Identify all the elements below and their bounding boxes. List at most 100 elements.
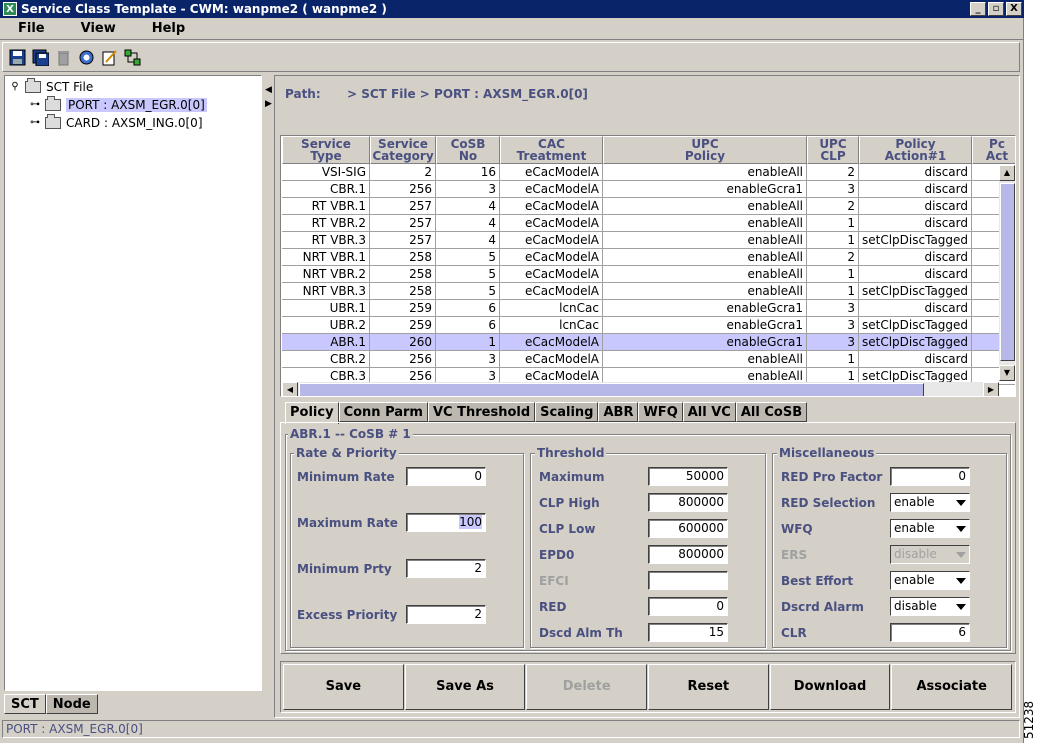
red-pro-factor-field[interactable]: 0	[890, 467, 970, 486]
excess-priority-field[interactable]: 2	[406, 605, 486, 624]
column-header[interactable]: UPC Policy	[603, 136, 807, 164]
node-key-icon[interactable]: ⊶	[29, 99, 41, 110]
scroll-right-icon[interactable]: ▶	[983, 382, 999, 396]
min-rate-field[interactable]: 0	[406, 467, 486, 486]
best-effort-dropdown[interactable]: enable	[890, 571, 970, 590]
save-as-icon[interactable]	[30, 47, 51, 68]
misc-title: Miscellaneous	[777, 446, 877, 460]
scroll-thumb[interactable]	[1000, 183, 1015, 361]
save-button[interactable]: Save	[283, 664, 404, 710]
column-header[interactable]: Pc Act	[972, 136, 1015, 164]
tab-node[interactable]: Node	[45, 694, 98, 714]
associate-button[interactable]: Associate	[891, 664, 1013, 710]
table-row[interactable]: UBR.2 259 6 lcnCac enableGcra1 3 setClpDiscTag…	[282, 317, 1015, 334]
tab-conn-parm[interactable]: Conn Parm	[338, 402, 428, 422]
save-as-button[interactable]: Save As	[404, 664, 526, 710]
ers-dropdown[interactable]: disable	[890, 545, 970, 564]
table-row[interactable]: NRT VBR.1 258 5 eCacModelA enableAll 2 discard	[282, 249, 1015, 266]
max-rate-field[interactable]: 100	[406, 513, 486, 532]
chevron-down-icon	[956, 552, 966, 558]
table-row[interactable]: CBR.2 256 3 eCacModelA enableAll 1 discard	[282, 351, 1015, 368]
panel-splitter[interactable]: ◀ ▶	[264, 75, 272, 715]
policy-title: ABR.1 -- CoSB # 1	[288, 427, 413, 441]
collapse-icon[interactable]: ⚲	[9, 81, 21, 92]
node-key-icon[interactable]: ⊶	[29, 117, 41, 128]
delete-button[interactable]: Delete	[526, 664, 648, 710]
epd0-field[interactable]: 800000	[648, 545, 728, 564]
tree-root-label: SCT File	[46, 79, 94, 94]
table-row[interactable]: UBR.1 259 6 lcnCac enableGcra1 3 discard	[282, 300, 1015, 317]
column-header[interactable]: Policy Action#1	[859, 136, 972, 164]
clp-low-field[interactable]: 600000	[648, 519, 728, 538]
minimize-button[interactable]: _	[970, 2, 986, 16]
download-button[interactable]: Download	[769, 664, 891, 710]
clr-field[interactable]: 6	[890, 623, 970, 642]
tab-wfq[interactable]: WFQ	[638, 402, 683, 422]
delete-icon[interactable]	[53, 47, 74, 68]
dscd-alm-th-field[interactable]: 15	[648, 623, 728, 642]
wfq-dropdown[interactable]: enable	[890, 519, 970, 538]
tab-scaling[interactable]: Scaling	[535, 402, 599, 422]
table-cell: 2	[370, 164, 436, 181]
scroll-thumb[interactable]	[299, 383, 924, 396]
threshold-maximum-field[interactable]: 50000	[648, 467, 728, 486]
reset-button[interactable]: Reset	[648, 664, 769, 710]
min-prty-field[interactable]: 2	[406, 559, 486, 578]
table-cell: 5	[436, 283, 500, 300]
collapse-left-icon[interactable]: ◀	[265, 85, 272, 95]
tab-all-cosb[interactable]: All CoSB	[735, 402, 808, 422]
close-button[interactable]: X	[1006, 2, 1022, 16]
expand-right-icon[interactable]: ▶	[265, 99, 272, 109]
red-selection-value: enable	[894, 495, 935, 509]
column-header[interactable]: UPC CLP	[807, 136, 859, 164]
table-cell: 3	[436, 181, 500, 198]
threshold-title: Threshold	[535, 446, 607, 460]
tree-item-port[interactable]: ⊶ PORT : AXSM_EGR.0[0]	[29, 95, 207, 113]
tab-sct[interactable]: SCT	[4, 694, 46, 714]
save-icon[interactable]	[7, 47, 28, 68]
tree-root[interactable]: ⚲ SCT File	[9, 77, 94, 95]
tab-all-vc[interactable]: All VC	[682, 402, 736, 422]
horizontal-scrollbar[interactable]: ◀ ▶	[282, 382, 999, 396]
red-selection-dropdown[interactable]: enable	[890, 493, 970, 512]
table-row[interactable]: RT VBR.2 257 4 eCacModelA enableAll 1 discard	[282, 215, 1015, 232]
edit-icon[interactable]	[99, 47, 120, 68]
table-cell: 259	[370, 317, 436, 334]
table-cell: enableAll	[603, 266, 807, 283]
menu-file[interactable]: File	[0, 21, 63, 36]
breadcrumb: Path: > SCT File > PORT : AXSM_EGR.0[0]	[285, 87, 588, 101]
maximize-button[interactable]: ▫	[988, 2, 1004, 16]
dscrd-alarm-dropdown[interactable]: disable	[890, 597, 970, 616]
folder-icon	[25, 77, 41, 93]
associate-icon[interactable]	[122, 47, 143, 68]
table-cell: lcnCac	[500, 300, 603, 317]
scroll-left-icon[interactable]: ◀	[282, 382, 298, 396]
menu-help[interactable]: Help	[134, 21, 203, 36]
clp-high-field[interactable]: 800000	[648, 493, 728, 512]
column-header[interactable]: CAC Treatment	[500, 136, 603, 164]
efci-field[interactable]	[648, 571, 728, 590]
best-effort-label: Best Effort	[781, 574, 854, 588]
scroll-up-icon[interactable]: ▲	[999, 165, 1015, 181]
table-row[interactable]: NRT VBR.2 258 5 eCacModelA enableAll 1 discard	[282, 266, 1015, 283]
table-row[interactable]: NRT VBR.3 258 5 eCacModelA enableAll 1 setClpD…	[282, 283, 1015, 300]
refresh-icon[interactable]	[76, 47, 97, 68]
tab-abr[interactable]: ABR	[598, 402, 639, 422]
tree-item-card[interactable]: ⊶ CARD : AXSM_ING.0[0]	[29, 113, 203, 131]
tab-vc-threshold[interactable]: VC Threshold	[427, 402, 536, 422]
table-row[interactable]: RT VBR.3 257 4 eCacModelA enableAll 1 setClpDi…	[282, 232, 1015, 249]
column-header[interactable]: Service Type	[282, 136, 370, 164]
red-field[interactable]: 0	[648, 597, 728, 616]
table-row[interactable]: CBR.1 256 3 eCacModelA enableGcra1 3 discard	[282, 181, 1015, 198]
scroll-down-icon[interactable]: ▼	[999, 365, 1015, 381]
table-cell: 260	[370, 334, 436, 351]
column-header[interactable]: CoSB No	[436, 136, 500, 164]
title-bar[interactable]: X Service Class Template - CWM: wanpme2 …	[0, 0, 1024, 18]
vertical-scrollbar[interactable]: ▲ ▼	[999, 165, 1015, 381]
menu-view[interactable]: View	[63, 21, 134, 36]
table-row[interactable]: RT VBR.1 257 4 eCacModelA enableAll 2 discard	[282, 198, 1015, 215]
table-row[interactable]: VSI-SIG 2 16 eCacModelA enableAll 2 discard	[282, 164, 1015, 181]
tab-policy[interactable]: Policy	[285, 402, 339, 424]
table-row[interactable]: ABR.1 260 1 eCacModelA enableGcra1 3 setClpDis…	[282, 334, 1015, 351]
column-header[interactable]: Service Category	[370, 136, 436, 164]
